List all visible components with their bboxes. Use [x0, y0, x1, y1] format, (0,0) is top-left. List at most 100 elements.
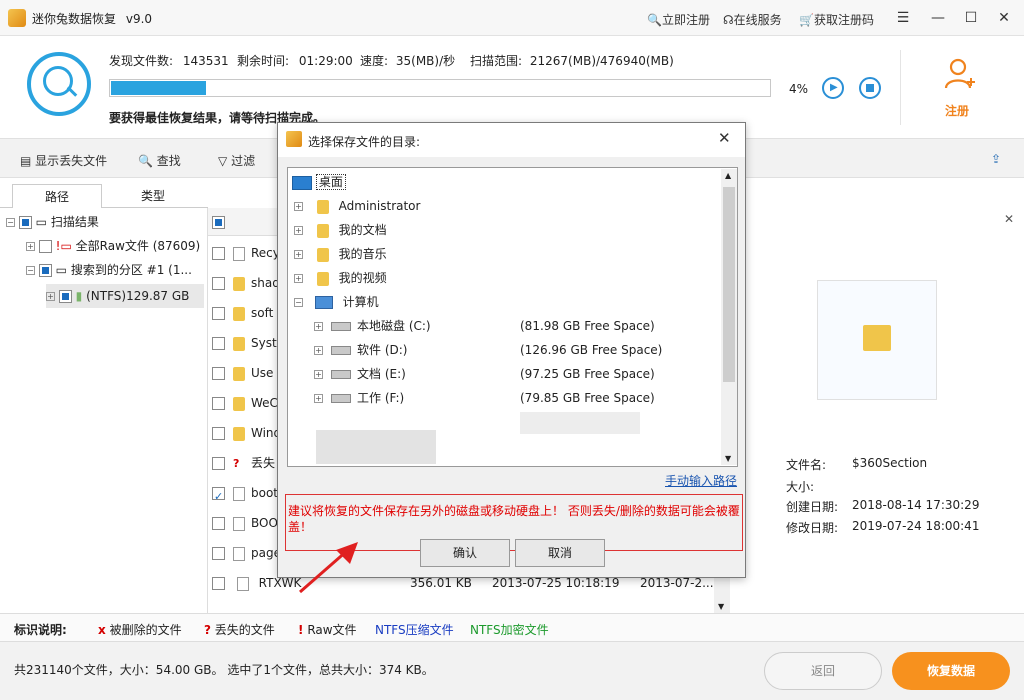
expand-icon[interactable]: +	[294, 202, 303, 211]
tree-partition-checkbox[interactable]	[38, 264, 52, 277]
row-checkbox[interactable]	[212, 482, 225, 512]
dir-administrator[interactable]: + Administrator	[294, 194, 420, 218]
app-logo-icon	[8, 9, 26, 27]
dir-drive[interactable]: + 文档 (E:) (97.25 GB Free Space)	[314, 362, 714, 386]
list-icon: ▤	[20, 154, 32, 168]
row-checkbox[interactable]	[212, 427, 225, 440]
scan-result-tree: − ▭ 扫描结果 + !▭ 全部Raw文件 (87609) − ▭ 搜索到的分区…	[0, 208, 208, 613]
dialog-title: 选择保存文件的目录:	[308, 135, 421, 149]
stop-icon	[866, 84, 874, 92]
dir-computer[interactable]: − 计算机	[294, 290, 379, 314]
register-now-label: 立即注册	[661, 13, 710, 27]
expand-icon[interactable]: +	[294, 274, 303, 283]
tab-path[interactable]: 路径	[12, 184, 102, 208]
stop-button[interactable]	[859, 77, 881, 99]
save-directory-dialog: 选择保存文件的目录: ✕ 桌面 + Administrator + 我的文档 +…	[277, 122, 746, 578]
dialog-scrollbar[interactable]: ▲ ▼	[721, 169, 737, 465]
confirm-button[interactable]: 确认	[420, 539, 510, 567]
manual-path-link[interactable]: 手动输入路径	[665, 472, 737, 489]
recover-button[interactable]: 恢复数据	[892, 652, 1010, 690]
dir-drive[interactable]: + 本地磁盘 (C:) (81.98 GB Free Space)	[314, 314, 714, 338]
select-all-checkbox[interactable]	[212, 216, 225, 229]
drive-icon: ▭	[55, 263, 67, 277]
tab-type[interactable]: 类型	[108, 184, 198, 208]
expand-icon[interactable]: +	[294, 226, 303, 235]
scroll-down-icon[interactable]: ▼	[718, 602, 724, 611]
row-checkbox[interactable]	[212, 457, 225, 470]
folder-icon	[233, 396, 245, 411]
scroll-thumb[interactable]	[723, 187, 735, 382]
row-checkbox[interactable]	[212, 307, 225, 320]
row-checkbox[interactable]	[212, 397, 225, 410]
user-add-icon	[944, 58, 975, 89]
show-lost-files-button[interactable]: ▤ 显示丢失文件	[20, 152, 107, 169]
close-preview-icon[interactable]: ✕	[1004, 212, 1014, 226]
online-service-link[interactable]: ☊在线服务	[723, 11, 782, 28]
expand-icon[interactable]: +	[26, 242, 35, 251]
tree-root[interactable]: − ▭ 扫描结果	[6, 210, 99, 234]
dialog-close-icon[interactable]: ✕	[718, 129, 731, 147]
expand-icon[interactable]: +	[46, 292, 55, 301]
menu-icon[interactable]: ☰	[891, 6, 915, 30]
row-checkbox[interactable]	[212, 367, 225, 380]
maximize-button[interactable]: ☐	[959, 6, 983, 30]
expand-icon[interactable]: +	[314, 370, 323, 379]
tree-ntfs-label: (NTFS)129.87 GB	[86, 289, 190, 303]
tree-partition[interactable]: − ▭ 搜索到的分区 #1 (1...	[26, 258, 192, 282]
folder-icon	[233, 426, 245, 441]
folder-icon	[233, 276, 245, 291]
scroll-down-icon[interactable]: ▼	[725, 454, 731, 463]
tree-raw[interactable]: + !▭ 全部Raw文件 (87609)	[26, 234, 200, 258]
tree-root-label: 扫描结果	[50, 215, 99, 229]
row-checkbox[interactable]	[212, 577, 225, 590]
minimize-button[interactable]: —	[926, 6, 950, 30]
file-icon	[236, 576, 249, 591]
file-icon	[233, 546, 245, 561]
status-bar: 共231140个文件，大小：54.00 GB。 选中了1个文件，总共大小：374…	[0, 641, 1024, 700]
dir-music[interactable]: + 我的音乐	[294, 242, 387, 266]
row-checkbox[interactable]	[212, 337, 225, 350]
filter-button[interactable]: ▽ 过滤	[218, 152, 255, 169]
register-now-link[interactable]: 🔍立即注册	[647, 11, 710, 28]
legend-lost-label: 丢失的文件	[214, 623, 275, 637]
legend-deleted: x 被删除的文件	[98, 621, 182, 638]
tree-ntfs-checkbox[interactable]	[58, 290, 72, 303]
dir-drive[interactable]: + 工作 (F:) (79.85 GB Free Space)	[314, 386, 714, 410]
tree-ntfs[interactable]: + ▮ (NTFS)129.87 GB	[46, 284, 204, 308]
legend-bar: 标识说明: x 被删除的文件 ? 丢失的文件 ! Raw文件 NTFS压缩文件 …	[0, 613, 1024, 641]
dir-documents[interactable]: + 我的文档	[294, 218, 387, 242]
expand-icon[interactable]: +	[314, 346, 323, 355]
collapse-icon[interactable]: −	[26, 266, 35, 275]
drive-free-space: (81.98 GB Free Space)	[520, 319, 655, 333]
legend-title: 标识说明:	[14, 623, 67, 637]
get-code-link[interactable]: 🛒获取注册码	[799, 11, 874, 28]
row-checkbox[interactable]	[212, 517, 225, 530]
legend-raw: ! Raw文件	[298, 621, 357, 638]
row-checkbox[interactable]	[212, 277, 225, 290]
close-button[interactable]: ✕	[992, 6, 1016, 30]
export-icon[interactable]: ⇪	[991, 152, 1001, 166]
tree-root-checkbox[interactable]	[18, 216, 32, 229]
dir-music-label: 我的音乐	[338, 247, 387, 261]
expand-icon[interactable]: +	[294, 250, 303, 259]
play-button[interactable]: ▶	[822, 77, 844, 99]
dir-drive[interactable]: + 软件 (D:) (126.96 GB Free Space)	[314, 338, 714, 362]
dir-desktop[interactable]: 桌面	[292, 170, 656, 194]
folder-icon	[233, 336, 245, 351]
scroll-up-icon[interactable]: ▲	[725, 171, 731, 180]
raw-file-icon: !▭	[55, 239, 72, 253]
row-checkbox[interactable]	[212, 247, 225, 260]
register-block[interactable]: 注册	[900, 50, 1024, 125]
cancel-button[interactable]: 取消	[515, 539, 605, 567]
collapse-icon[interactable]: −	[294, 298, 303, 307]
row-checkbox[interactable]	[212, 547, 225, 560]
collapse-icon[interactable]: −	[6, 218, 15, 227]
back-button[interactable]: 返回	[764, 652, 882, 690]
tree-raw-checkbox[interactable]	[38, 240, 52, 253]
blurred-region	[520, 412, 640, 434]
find-button[interactable]: 🔍 查找	[138, 152, 181, 169]
dir-videos[interactable]: + 我的视频	[294, 266, 387, 290]
expand-icon[interactable]: +	[314, 322, 323, 331]
expand-icon[interactable]: +	[314, 394, 323, 403]
drive-free-space: (79.85 GB Free Space)	[520, 391, 655, 405]
